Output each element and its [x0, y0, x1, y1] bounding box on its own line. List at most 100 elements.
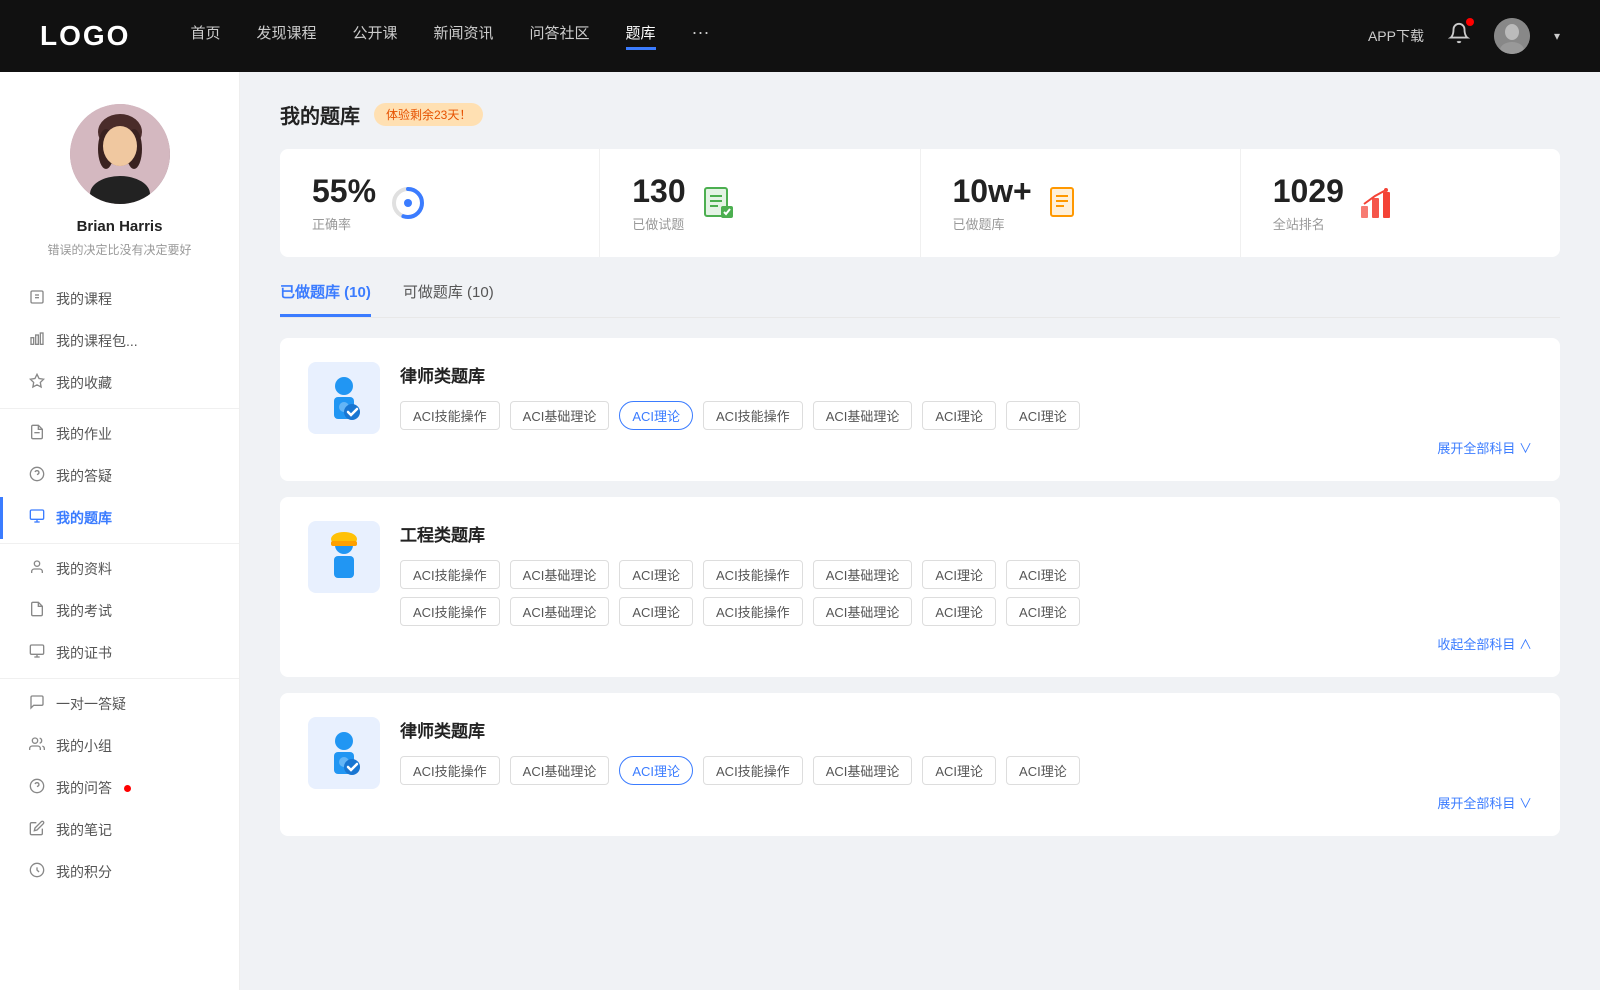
- tag[interactable]: ACI基础理论: [510, 756, 610, 785]
- sidebar-item-group[interactable]: 我的小组: [0, 725, 239, 767]
- tag[interactable]: ACI基础理论: [510, 401, 610, 430]
- sidebar-label: 我的答疑: [56, 466, 112, 486]
- tag[interactable]: ACI技能操作: [400, 756, 500, 785]
- tag[interactable]: ACI理论: [1006, 560, 1080, 589]
- sidebar-item-question-bank[interactable]: 我的题库: [0, 497, 239, 539]
- ranking-value: 1029: [1273, 173, 1344, 210]
- notes-icon: [28, 820, 46, 840]
- sidebar-item-homework[interactable]: 我的作业: [0, 413, 239, 455]
- sidebar-item-profile[interactable]: 我的资料: [0, 548, 239, 590]
- done-banks-icon: [1046, 185, 1082, 221]
- tag[interactable]: ACI基础理论: [813, 560, 913, 589]
- page-container: Brian Harris 错误的决定比没有决定要好 我的课程 我的课程包...: [0, 0, 1600, 990]
- accuracy-value: 55%: [312, 173, 376, 210]
- homework-icon: [28, 424, 46, 444]
- app-download-button[interactable]: APP下载: [1368, 26, 1424, 46]
- bank-icon: [28, 508, 46, 528]
- main-content: 我的题库 体验剩余23天！ 55% 正确率: [240, 72, 1600, 990]
- exam-icon: [28, 601, 46, 621]
- nav-question-bank[interactable]: 题库: [626, 22, 656, 50]
- nav-open-course[interactable]: 公开课: [352, 22, 397, 50]
- sidebar-item-favorites[interactable]: 我的收藏: [0, 362, 239, 404]
- sidebar-item-notes[interactable]: 我的笔记: [0, 809, 239, 851]
- sidebar-item-my-qa[interactable]: 我的问答: [0, 767, 239, 809]
- profile-icon: [28, 559, 46, 579]
- accuracy-label: 正确率: [312, 214, 376, 233]
- sidebar-label: 我的资料: [56, 559, 112, 579]
- collapse-link[interactable]: 收起全部科目 ∧: [400, 634, 1532, 653]
- tag[interactable]: ACI理论: [922, 756, 996, 785]
- tab-available[interactable]: 可做题库 (10): [403, 281, 494, 317]
- tag[interactable]: ACI理论: [619, 597, 693, 626]
- nav-qa[interactable]: 问答社区: [530, 22, 590, 50]
- tab-done[interactable]: 已做题库 (10): [280, 281, 371, 317]
- tag[interactable]: ACI理论: [922, 401, 996, 430]
- tag[interactable]: ACI基础理论: [510, 560, 610, 589]
- tag[interactable]: ACI基础理论: [510, 597, 610, 626]
- certificate-icon: [28, 643, 46, 663]
- stat-ranking: 1029 全站排名: [1241, 149, 1560, 257]
- avatar[interactable]: [1494, 18, 1530, 54]
- tag-active[interactable]: ACI理论: [619, 401, 693, 430]
- tag[interactable]: ACI理论: [922, 560, 996, 589]
- lawyer-icon-1: [308, 362, 380, 434]
- tag-row-lawyer-1: ACI技能操作 ACI基础理论 ACI理论 ACI技能操作 ACI基础理论 AC…: [400, 401, 1532, 430]
- subject-name-engineering: 工程类题库: [400, 521, 1532, 546]
- sidebar-item-exam[interactable]: 我的考试: [0, 590, 239, 632]
- subject-card-lawyer-2: 律师类题库 ACI技能操作 ACI基础理论 ACI理论 ACI技能操作 ACI基…: [280, 693, 1560, 836]
- question-icon: [28, 466, 46, 486]
- sidebar-user-name: Brian Harris: [77, 218, 163, 235]
- tag[interactable]: ACI理论: [1006, 597, 1080, 626]
- tag[interactable]: ACI技能操作: [400, 597, 500, 626]
- tag[interactable]: ACI理论: [922, 597, 996, 626]
- tag-row-engineering-1: ACI技能操作 ACI基础理论 ACI理论 ACI技能操作 ACI基础理论 AC…: [400, 560, 1532, 589]
- sidebar-label: 我的课程包...: [56, 331, 138, 351]
- tag[interactable]: ACI基础理论: [813, 401, 913, 430]
- sidebar-item-my-courses[interactable]: 我的课程: [0, 278, 239, 320]
- ranking-icon: [1358, 185, 1394, 221]
- chat-icon: [28, 694, 46, 714]
- group-icon: [28, 736, 46, 756]
- tag-row-lawyer-2: ACI技能操作 ACI基础理论 ACI理论 ACI技能操作 ACI基础理论 AC…: [400, 756, 1532, 785]
- tag[interactable]: ACI技能操作: [703, 401, 803, 430]
- tag-row-engineering-2: ACI技能操作 ACI基础理论 ACI理论 ACI技能操作 ACI基础理论 AC…: [400, 597, 1532, 626]
- accuracy-icon: [390, 185, 426, 221]
- sidebar-label: 我的证书: [56, 643, 112, 663]
- sidebar-item-points[interactable]: 我的积分: [0, 851, 239, 893]
- nav-more[interactable]: ···: [692, 22, 710, 50]
- sidebar-item-course-package[interactable]: 我的课程包...: [0, 320, 239, 362]
- tag[interactable]: ACI理论: [1006, 401, 1080, 430]
- user-dropdown-arrow[interactable]: ▾: [1554, 29, 1560, 43]
- tag[interactable]: ACI技能操作: [400, 560, 500, 589]
- stat-done-tests: 130 已做试题: [600, 149, 920, 257]
- star-icon: [28, 373, 46, 393]
- tag-active[interactable]: ACI理论: [619, 756, 693, 785]
- stats-row: 55% 正确率 130 已做试题: [280, 149, 1560, 257]
- page-title: 我的题库: [280, 100, 360, 129]
- sidebar-user-motto: 错误的决定比没有决定要好: [47, 241, 191, 258]
- nav-news[interactable]: 新闻资讯: [434, 22, 494, 50]
- sidebar-item-qa[interactable]: 我的答疑: [0, 455, 239, 497]
- tag[interactable]: ACI基础理论: [813, 756, 913, 785]
- tag[interactable]: ACI基础理论: [813, 597, 913, 626]
- sidebar-label: 我的作业: [56, 424, 112, 444]
- sidebar-item-certificate[interactable]: 我的证书: [0, 632, 239, 674]
- points-icon: [28, 862, 46, 882]
- notification-bell[interactable]: [1448, 22, 1470, 50]
- expand-link-1[interactable]: 展开全部科目 ∨: [400, 438, 1532, 457]
- tag[interactable]: ACI理论: [1006, 756, 1080, 785]
- done-banks-label: 已做题库: [953, 214, 1032, 233]
- tag[interactable]: ACI技能操作: [703, 560, 803, 589]
- tag[interactable]: ACI技能操作: [703, 756, 803, 785]
- tag[interactable]: ACI技能操作: [703, 597, 803, 626]
- nav-home[interactable]: 首页: [190, 22, 220, 50]
- stat-accuracy: 55% 正确率: [280, 149, 600, 257]
- tag[interactable]: ACI技能操作: [400, 401, 500, 430]
- bar-chart-icon: [28, 331, 46, 351]
- expand-link-3[interactable]: 展开全部科目 ∨: [400, 793, 1532, 812]
- sidebar-item-one-on-one[interactable]: 一对一答疑: [0, 683, 239, 725]
- done-tests-label: 已做试题: [632, 214, 685, 233]
- nav-discover[interactable]: 发现课程: [256, 22, 316, 50]
- sidebar-label: 我的笔记: [56, 820, 112, 840]
- tag[interactable]: ACI理论: [619, 560, 693, 589]
